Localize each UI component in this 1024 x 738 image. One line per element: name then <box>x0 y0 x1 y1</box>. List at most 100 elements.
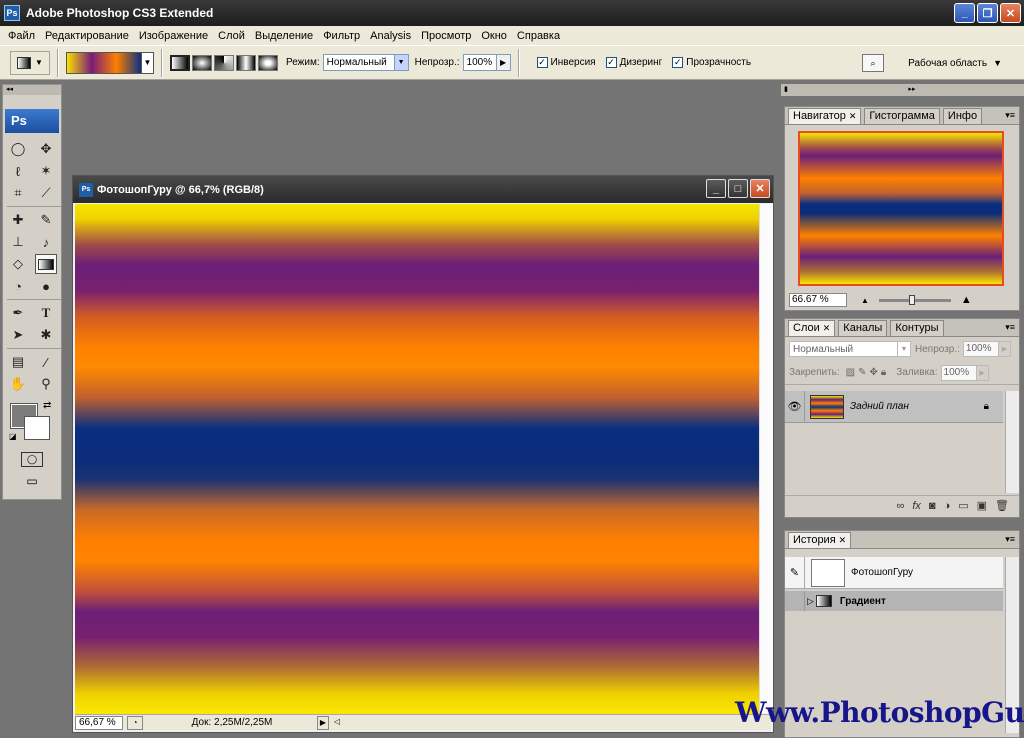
close-icon[interactable]: ✕ <box>839 535 847 545</box>
menu-analysis[interactable]: Analysis <box>365 30 416 42</box>
layers-scrollbar[interactable] <box>1005 391 1019 493</box>
panel-menu-icon[interactable]: ▾≡ <box>1005 322 1015 333</box>
navigator-zoom-field[interactable]: 66.67 % <box>789 293 847 307</box>
default-colors-icon[interactable]: ◪ <box>9 432 17 441</box>
lock-transparency-icon[interactable]: ▨ <box>846 367 855 378</box>
navigator-zoom-slider[interactable] <box>878 294 951 305</box>
transparency-checkbox[interactable]: ✓ Прозрачность <box>672 57 751 68</box>
clone-stamp-tool-icon[interactable]: ⊥ <box>7 232 29 252</box>
history-source-box[interactable] <box>785 591 805 611</box>
layer-mask-icon[interactable]: ◙ <box>929 500 936 512</box>
menu-select[interactable]: Выделение <box>250 30 318 42</box>
history-brush-tool-icon[interactable]: ♪ <box>35 232 57 252</box>
lock-position-icon[interactable]: ✥ <box>870 367 878 378</box>
zoom-in-icon[interactable]: ▲ <box>961 294 972 306</box>
hand-tool-icon[interactable]: ✋ <box>7 374 29 394</box>
slider-knob[interactable] <box>908 294 915 305</box>
document-canvas[interactable] <box>75 204 759 714</box>
notes-tool-icon[interactable]: ▤ <box>7 352 29 372</box>
screen-mode-icon[interactable]: ▭ <box>19 473 45 488</box>
blur-tool-icon[interactable]: ◔ <box>7 276 29 296</box>
diamond-gradient-button[interactable] <box>258 54 278 71</box>
link-layers-icon[interactable]: ∞ <box>897 500 905 512</box>
menu-image[interactable]: Изображение <box>134 30 213 42</box>
blend-mode-select[interactable]: Нормальный ▼ <box>789 341 911 357</box>
menu-layer[interactable]: Слой <box>213 30 250 42</box>
zoom-tool-icon[interactable]: ⚲ <box>35 374 57 394</box>
gradient-picker-dropdown[interactable]: ▼ <box>142 51 154 74</box>
layer-opacity-input[interactable]: 100% <box>962 341 999 357</box>
eye-icon[interactable]: 👁︎ <box>785 390 805 423</box>
custom-shape-tool-icon[interactable]: ✱ <box>35 325 57 345</box>
doc-maximize-button[interactable]: □ <box>728 179 748 198</box>
layer-style-icon[interactable]: fx <box>912 500 921 512</box>
magic-wand-tool-icon[interactable]: ✶ <box>35 161 57 181</box>
navigator-thumbnail[interactable] <box>798 131 1004 286</box>
pen-tool-icon[interactable]: ✒ <box>7 303 29 323</box>
menu-help[interactable]: Справка <box>512 30 565 42</box>
move-tool-icon[interactable]: ✥ <box>35 139 57 159</box>
dither-checkbox[interactable]: ✓ Дизеринг <box>605 57 662 68</box>
menu-edit[interactable]: Редактирование <box>40 30 134 42</box>
minimize-button[interactable]: _ <box>954 3 975 23</box>
history-brush-source-icon[interactable]: ✎ <box>785 556 805 589</box>
type-tool-icon[interactable]: T <box>35 303 57 323</box>
workspace-button[interactable]: Рабочая область ▼ <box>908 50 1002 76</box>
tab-layers[interactable]: Слои ✕ <box>788 320 836 336</box>
dock-collapse-bar[interactable]: ▮ ▸▸ <box>781 84 1024 96</box>
menu-window[interactable]: Окно <box>476 30 512 42</box>
vertical-scrollbar[interactable] <box>759 204 773 714</box>
fill-input[interactable]: 100% <box>940 364 977 381</box>
eraser-tool-icon[interactable]: ◇ <box>7 254 29 274</box>
document-title-bar[interactable]: Ps ФотошопГуру @ 66,7% (RGB/8) _ □ ✕ <box>73 176 773 203</box>
tab-info[interactable]: Инфо <box>942 108 983 124</box>
opacity-input[interactable]: 100% <box>462 54 497 71</box>
background-color-swatch[interactable] <box>24 416 50 440</box>
panel-menu-icon[interactable]: ▾≡ <box>1005 110 1015 121</box>
marquee-tool-icon[interactable]: ◯ <box>7 139 29 159</box>
tab-paths[interactable]: Контуры <box>890 320 944 336</box>
close-button[interactable]: ✕ <box>1000 3 1021 23</box>
path-selection-tool-icon[interactable]: ➤ <box>7 325 29 345</box>
linear-gradient-button[interactable] <box>170 54 190 71</box>
eyedropper-tool-icon[interactable]: ⁄ <box>35 352 57 372</box>
crop-tool-icon[interactable]: ⌗ <box>7 183 29 203</box>
menu-file[interactable]: Файл <box>3 30 40 42</box>
close-icon[interactable]: ✕ <box>849 111 857 121</box>
healing-brush-tool-icon[interactable]: ✚ <box>7 210 29 230</box>
lasso-tool-icon[interactable]: ℓ <box>7 161 29 181</box>
scroll-left-icon[interactable]: ◁ <box>331 716 343 730</box>
opacity-slider-button[interactable]: ▶ <box>496 54 511 71</box>
layer-opacity-arrow[interactable]: ▶ <box>998 341 1011 357</box>
doc-minimize-button[interactable]: _ <box>706 179 726 198</box>
fill-arrow[interactable]: ▶ <box>976 364 989 381</box>
zoom-out-icon[interactable]: ▲ <box>861 296 869 305</box>
layer-row[interactable]: 👁︎ Задний план 🔒︎ <box>785 390 1003 423</box>
quick-mask-icon[interactable]: ◯ <box>21 452 43 467</box>
doc-close-button[interactable]: ✕ <box>750 179 770 198</box>
tab-channels[interactable]: Каналы <box>838 320 888 336</box>
new-layer-icon[interactable]: ▣ <box>977 499 987 512</box>
gradient-tool-icon[interactable] <box>35 254 57 274</box>
brush-tool-icon[interactable]: ✎ <box>35 210 57 230</box>
toolbox-collapse-icon[interactable]: ◂◂ <box>3 85 61 95</box>
history-step[interactable]: ▷ Градиент <box>785 591 1003 611</box>
status-menu-arrow-icon[interactable]: ▶ <box>317 715 329 730</box>
swap-colors-icon[interactable]: ⇄ <box>43 400 51 411</box>
tab-navigator[interactable]: Навигатор ✕ <box>788 108 862 124</box>
lock-pixels-icon[interactable]: ✎ <box>858 367 866 378</box>
zoom-field[interactable]: 66,67 % <box>75 715 123 730</box>
close-icon[interactable]: ✕ <box>823 323 831 333</box>
status-info-icon[interactable]: ◔ <box>127 715 143 730</box>
slice-tool-icon[interactable]: ⟋ <box>35 183 57 203</box>
mode-select[interactable]: Нормальный ▼ <box>322 54 409 71</box>
adjustment-layer-icon[interactable]: ◑ <box>944 500 951 512</box>
reflected-gradient-button[interactable] <box>236 54 256 71</box>
restore-button[interactable]: ❐ <box>977 3 998 23</box>
new-group-icon[interactable]: ▭ <box>958 499 968 512</box>
tab-histogram[interactable]: Гистограмма <box>864 108 940 124</box>
tool-preset-picker[interactable]: ▼ <box>10 50 50 75</box>
radial-gradient-button[interactable] <box>192 54 212 71</box>
history-snapshot[interactable]: ✎ ФотошопГуру <box>785 556 1003 589</box>
reverse-checkbox[interactable]: ✓ Инверсия <box>536 57 596 68</box>
